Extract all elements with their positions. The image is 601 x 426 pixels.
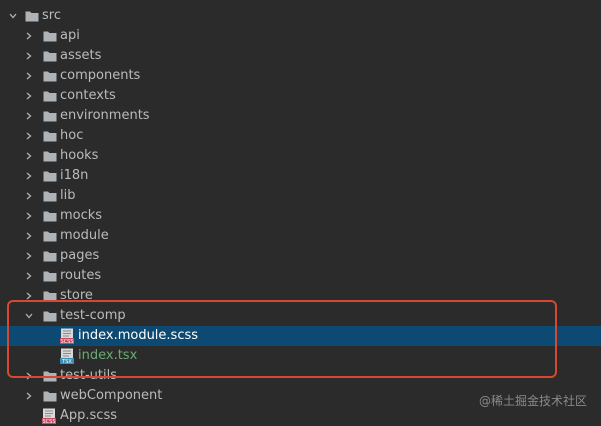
scss-file-icon: SCSS xyxy=(60,328,74,344)
svg-text:SCSS: SCSS xyxy=(42,419,55,424)
tree-item-label: webComponent xyxy=(60,388,163,403)
folder-icon xyxy=(43,230,57,242)
folder-icon xyxy=(43,250,57,262)
svg-text:TSX: TSX xyxy=(61,359,72,364)
chevron-right-icon[interactable] xyxy=(25,192,32,200)
chevron-right-icon[interactable] xyxy=(25,72,32,80)
tree-row-api[interactable]: api xyxy=(0,26,601,46)
tree-item-label: hooks xyxy=(60,148,99,163)
tree-item-label: assets xyxy=(60,48,102,63)
folder-icon xyxy=(43,30,57,42)
folder-icon xyxy=(43,270,57,282)
tree-row-pages[interactable]: pages xyxy=(0,246,601,266)
tree-item-label: environments xyxy=(60,108,150,123)
folder-icon xyxy=(43,310,57,322)
chevron-right-icon[interactable] xyxy=(25,92,32,100)
folder-icon xyxy=(43,370,57,382)
tree-row-assets[interactable]: assets xyxy=(0,46,601,66)
folder-icon xyxy=(43,150,57,162)
tree-row-i18n[interactable]: i18n xyxy=(0,166,601,186)
folder-icon xyxy=(43,290,57,302)
folder-icon xyxy=(43,90,57,102)
scss-file-icon: SCSS xyxy=(42,408,56,424)
tree-row-index-tsx[interactable]: TSX index.tsx xyxy=(0,346,601,366)
chevron-right-icon[interactable] xyxy=(25,172,32,180)
folder-icon xyxy=(25,10,39,22)
tree-item-label: hoc xyxy=(60,128,84,143)
tree-item-label: src xyxy=(42,8,61,23)
tree-item-label: api xyxy=(60,28,80,43)
tree-item-label: components xyxy=(60,68,141,83)
chevron-right-icon[interactable] xyxy=(25,392,32,400)
tree-item-label: module xyxy=(60,228,109,243)
folder-icon xyxy=(43,210,57,222)
tree-item-label: pages xyxy=(60,248,100,263)
folder-icon xyxy=(43,170,57,182)
tree-item-label: routes xyxy=(60,268,102,283)
tree-item-label: contexts xyxy=(60,88,116,103)
tree-row-hooks[interactable]: hooks xyxy=(0,146,601,166)
folder-icon xyxy=(43,190,57,202)
tree-row-app-scss[interactable]: SCSS App.scss xyxy=(0,406,601,426)
tree-item-label: index.tsx xyxy=(78,348,138,363)
chevron-right-icon[interactable] xyxy=(25,372,32,380)
tree-row-store[interactable]: store xyxy=(0,286,601,306)
folder-icon xyxy=(43,110,57,122)
tree-item-label: store xyxy=(60,288,93,303)
chevron-right-icon[interactable] xyxy=(25,52,32,60)
chevron-right-icon[interactable] xyxy=(25,152,32,160)
svg-text:SCSS: SCSS xyxy=(60,339,73,344)
tree-row-lib[interactable]: lib xyxy=(0,186,601,206)
tree-row-test-comp[interactable]: test-comp xyxy=(0,306,601,326)
chevron-right-icon[interactable] xyxy=(25,132,32,140)
chevron-right-icon[interactable] xyxy=(25,272,32,280)
tree-row-routes[interactable]: routes xyxy=(0,266,601,286)
folder-icon xyxy=(43,130,57,142)
tree-item-label: i18n xyxy=(60,168,89,183)
chevron-down-icon[interactable] xyxy=(25,312,33,319)
tree-row-index-module-scss[interactable]: SCSS index.module.scss xyxy=(0,326,601,346)
tree-row-module[interactable]: module xyxy=(0,226,601,246)
tree-item-label: test-utils xyxy=(60,368,117,383)
folder-icon xyxy=(43,50,57,62)
tree-item-label: App.scss xyxy=(60,408,117,423)
tree-item-label: test-comp xyxy=(60,308,126,323)
tree-row-mocks[interactable]: mocks xyxy=(0,206,601,226)
chevron-right-icon[interactable] xyxy=(25,212,32,220)
tree-row-components[interactable]: components xyxy=(0,66,601,86)
tree-item-label: lib xyxy=(60,188,76,203)
folder-icon xyxy=(43,70,57,82)
chevron-right-icon[interactable] xyxy=(25,252,32,260)
tree-row-hoc[interactable]: hoc xyxy=(0,126,601,146)
chevron-right-icon[interactable] xyxy=(25,232,32,240)
tree-row-test-utils[interactable]: test-utils xyxy=(0,366,601,386)
folder-icon xyxy=(43,390,57,402)
chevron-right-icon[interactable] xyxy=(25,112,32,120)
tree-row-src[interactable]: src xyxy=(0,6,601,26)
tree-row-contexts[interactable]: contexts xyxy=(0,86,601,106)
tree-row-environments[interactable]: environments xyxy=(0,106,601,126)
chevron-right-icon[interactable] xyxy=(25,292,32,300)
tree-item-label: mocks xyxy=(60,208,103,223)
tree-item-label: index.module.scss xyxy=(78,328,199,343)
chevron-down-icon[interactable] xyxy=(9,12,17,19)
tsx-file-icon: TSX xyxy=(60,348,74,364)
chevron-right-icon[interactable] xyxy=(25,32,32,40)
watermark: @稀土掘金技术社区 xyxy=(478,394,587,408)
